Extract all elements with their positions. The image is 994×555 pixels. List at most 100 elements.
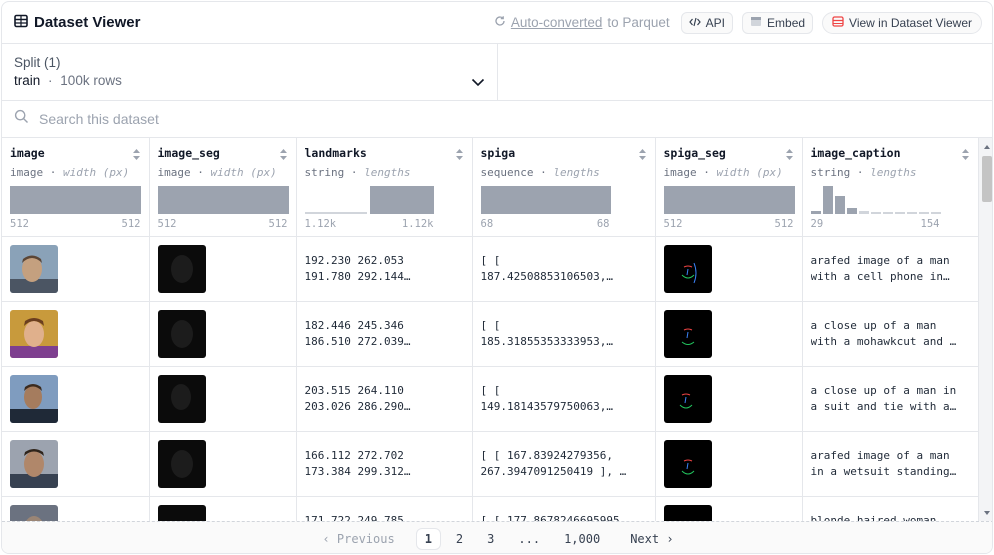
histogram-bar bbox=[858, 211, 869, 214]
value-range: 68 68 bbox=[480, 218, 610, 230]
table-row[interactable]: 166.112 272.702 173.384 299.312… [ [ 167.… bbox=[2, 431, 978, 497]
value-range: 512 512 bbox=[157, 218, 288, 230]
table-icon bbox=[14, 14, 28, 32]
viewer-icon bbox=[832, 15, 844, 30]
segmentation-thumbnail[interactable] bbox=[157, 374, 206, 423]
column-name: spiga bbox=[480, 146, 516, 160]
api-button[interactable]: API bbox=[680, 11, 734, 34]
table-row[interactable]: 171.722 249.785 [ [ 177.8678246695995 bl… bbox=[2, 496, 978, 521]
cell-image-seg[interactable] bbox=[149, 366, 297, 432]
cell-image[interactable] bbox=[2, 236, 150, 302]
histogram-bar bbox=[480, 186, 611, 214]
chevron-down-icon[interactable] bbox=[471, 74, 485, 92]
cell-spiga-seg[interactable] bbox=[655, 301, 803, 367]
cell-landmarks[interactable]: 171.722 249.785 bbox=[296, 496, 473, 521]
cell-image[interactable] bbox=[2, 366, 150, 432]
scroll-down-arrow-icon[interactable] bbox=[979, 507, 993, 519]
cell-landmarks[interactable]: 203.515 264.110 203.026 286.290… bbox=[296, 366, 473, 432]
cell-spiga[interactable]: [ [149.18143579750063,… bbox=[472, 366, 656, 432]
scroll-up-arrow-icon[interactable] bbox=[979, 141, 993, 153]
cell-image[interactable] bbox=[2, 301, 150, 367]
cell-image-seg[interactable] bbox=[149, 431, 297, 497]
cell-landmarks[interactable]: 166.112 272.702 173.384 299.312… bbox=[296, 431, 473, 497]
histogram-bar bbox=[930, 212, 941, 214]
segmentation-thumbnail[interactable] bbox=[157, 504, 206, 521]
cell-image[interactable] bbox=[2, 496, 150, 521]
cell-landmarks[interactable]: 192.230 262.053 191.780 292.144… bbox=[296, 236, 473, 302]
histogram-bar bbox=[918, 212, 929, 214]
cell-spiga-seg[interactable] bbox=[655, 366, 803, 432]
cell-spiga[interactable]: [ [187.42508853106503,… bbox=[472, 236, 656, 302]
cell-spiga[interactable]: [ [ 177.8678246695995 bbox=[472, 496, 656, 521]
value-range: 29 154 bbox=[810, 218, 940, 230]
face-photo-thumbnail[interactable] bbox=[10, 244, 58, 293]
scrollbar-thumb[interactable] bbox=[982, 156, 992, 202]
cell-landmarks[interactable]: 182.446 245.346 186.510 272.039… bbox=[296, 301, 473, 367]
column-header-spiga-seg[interactable]: spiga_seg image · width (px) 512 512 bbox=[655, 138, 803, 237]
split-selector[interactable]: Split (1) train · 100k rows bbox=[2, 44, 498, 101]
landmark-mask-thumbnail[interactable] bbox=[663, 309, 712, 358]
auto-converted-note: Auto-converted to Parquet bbox=[494, 15, 670, 30]
column-header-spiga[interactable]: spiga sequence · lengths 68 68 bbox=[472, 138, 656, 237]
face-photo-thumbnail[interactable] bbox=[10, 439, 58, 488]
auto-converted-link[interactable]: Auto-converted bbox=[511, 15, 603, 30]
column-name: spiga_seg bbox=[663, 146, 726, 160]
page-1-button[interactable]: 1 bbox=[415, 527, 441, 550]
column-header-image-caption[interactable]: image_caption string · lengths 29 154 bbox=[802, 138, 978, 237]
segmentation-thumbnail[interactable] bbox=[157, 244, 206, 293]
cell-image-seg[interactable] bbox=[149, 496, 297, 521]
pagination: ‹ Previous 1 2 3 ... 1,000 Next › bbox=[2, 521, 992, 553]
cell-image-caption[interactable]: blonde haired woman bbox=[802, 496, 978, 521]
cell-spiga-seg[interactable] bbox=[655, 236, 803, 302]
previous-page-button[interactable]: ‹ Previous bbox=[313, 529, 403, 549]
cell-image[interactable] bbox=[2, 431, 150, 497]
cell-image-caption[interactable]: arafed image of a man in a wetsuit standi… bbox=[802, 431, 978, 497]
face-photo-thumbnail[interactable] bbox=[10, 374, 58, 423]
column-type: string · lengths bbox=[810, 166, 917, 179]
histogram-bar bbox=[369, 186, 434, 214]
vertical-scrollbar[interactable] bbox=[978, 138, 993, 521]
column-type: image · width (px) bbox=[663, 166, 783, 179]
view-in-dataset-viewer-button[interactable]: View in Dataset Viewer bbox=[822, 11, 982, 34]
cell-image-caption[interactable]: a close up of a man in a suit and tie wit… bbox=[802, 366, 978, 432]
landmark-mask-thumbnail[interactable] bbox=[663, 439, 712, 488]
cell-spiga-seg[interactable] bbox=[655, 496, 803, 521]
cell-spiga[interactable]: [ [ 167.83924279356, 267.3947091250419 ],… bbox=[472, 431, 656, 497]
last-page-button[interactable]: 1,000 bbox=[555, 529, 609, 549]
split-row-empty bbox=[498, 44, 992, 101]
face-photo-thumbnail[interactable] bbox=[10, 309, 58, 358]
landmark-mask-thumbnail[interactable] bbox=[663, 504, 712, 521]
segmentation-thumbnail[interactable] bbox=[157, 439, 206, 488]
column-name: image_caption bbox=[810, 146, 901, 160]
sort-icon[interactable] bbox=[279, 148, 288, 166]
pagination-ellipsis: ... bbox=[518, 531, 541, 546]
cell-spiga-seg[interactable] bbox=[655, 431, 803, 497]
column-header-image-seg[interactable]: image_seg image · width (px) 512 512 bbox=[149, 138, 297, 237]
landmark-mask-thumbnail[interactable] bbox=[663, 374, 712, 423]
dataset-viewer: Dataset Viewer Auto-converted to Parquet… bbox=[1, 1, 993, 554]
sort-icon[interactable] bbox=[455, 148, 464, 166]
column-header-landmarks[interactable]: landmarks string · lengths 1.12k 1.12k bbox=[296, 138, 473, 237]
page-2-button[interactable]: 2 bbox=[447, 529, 472, 549]
cell-spiga[interactable]: [ [185.31855353333953,… bbox=[472, 301, 656, 367]
segmentation-thumbnail[interactable] bbox=[157, 309, 206, 358]
table-row[interactable]: 192.230 262.053 191.780 292.144… [ [187.4… bbox=[2, 236, 978, 302]
sort-icon[interactable] bbox=[132, 148, 141, 166]
embed-button[interactable]: Embed bbox=[742, 11, 814, 34]
page-3-button[interactable]: 3 bbox=[478, 529, 503, 549]
search-input[interactable] bbox=[39, 111, 639, 127]
cell-image-caption[interactable]: arafed image of a man with a cell phone i… bbox=[802, 236, 978, 302]
sort-icon[interactable] bbox=[785, 148, 794, 166]
table-row[interactable]: 182.446 245.346 186.510 272.039… [ [185.3… bbox=[2, 301, 978, 367]
next-page-button[interactable]: Next › bbox=[621, 529, 682, 549]
column-header-image[interactable]: image image · width (px) 512 512 bbox=[2, 138, 150, 237]
landmark-mask-thumbnail[interactable] bbox=[663, 244, 712, 293]
face-photo-thumbnail[interactable] bbox=[10, 504, 58, 521]
table-row[interactable]: 203.515 264.110 203.026 286.290… [ [149.1… bbox=[2, 366, 978, 432]
sort-icon[interactable] bbox=[638, 148, 647, 166]
cell-image-seg[interactable] bbox=[149, 301, 297, 367]
value-range: 512 512 bbox=[10, 218, 141, 230]
cell-image-caption[interactable]: a close up of a man with a mohawkcut and … bbox=[802, 301, 978, 367]
sort-icon[interactable] bbox=[961, 148, 970, 166]
cell-image-seg[interactable] bbox=[149, 236, 297, 302]
